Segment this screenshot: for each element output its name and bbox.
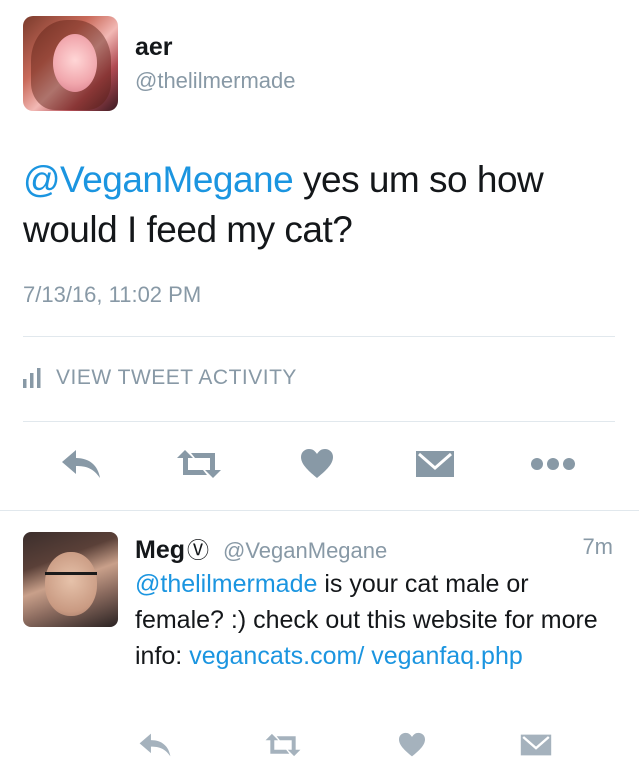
tweet-text: @VeganMegane yes um so how would I feed …: [23, 155, 613, 255]
view-tweet-activity-button[interactable]: VIEW TWEET ACTIVITY: [23, 366, 297, 390]
bar-chart-icon: [23, 368, 41, 388]
direct-message-icon[interactable]: [520, 732, 552, 758]
like-icon[interactable]: [300, 448, 334, 480]
like-icon[interactable]: [398, 732, 426, 758]
divider: [23, 336, 615, 337]
retweet-icon[interactable]: [264, 732, 302, 758]
reply-author-handle[interactable]: @VeganMegane: [223, 538, 387, 564]
divider: [0, 510, 639, 511]
divider: [23, 421, 615, 422]
more-icon[interactable]: [530, 456, 576, 472]
reply-icon[interactable]: [60, 448, 102, 480]
reply-mention-link[interactable]: @thelilmermade: [135, 570, 317, 598]
vegan-badge: Ⓥ: [187, 538, 210, 563]
reply-time: 7m: [582, 534, 613, 559]
author-handle[interactable]: @thelilmermade: [135, 68, 296, 94]
retweet-icon[interactable]: [175, 448, 223, 480]
direct-message-icon[interactable]: [415, 448, 455, 480]
author-name[interactable]: aer: [135, 33, 173, 62]
author-avatar[interactable]: [23, 16, 118, 111]
reply-icon[interactable]: [138, 732, 172, 758]
reply-author-name[interactable]: Meg: [135, 536, 185, 565]
reply-text: @thelilmermade is your cat male or femal…: [135, 566, 620, 674]
view-tweet-activity-label: VIEW TWEET ACTIVITY: [56, 366, 297, 389]
mention-link[interactable]: @VeganMegane: [23, 159, 294, 200]
reply-author-avatar[interactable]: [23, 532, 118, 627]
reply-url-link[interactable]: vegancats.com/ veganfaq.php: [189, 642, 523, 670]
reply-header: Meg Ⓥ @VeganMegane: [135, 533, 387, 565]
tweet-timestamp: 7/13/16, 11:02 PM: [23, 282, 202, 307]
